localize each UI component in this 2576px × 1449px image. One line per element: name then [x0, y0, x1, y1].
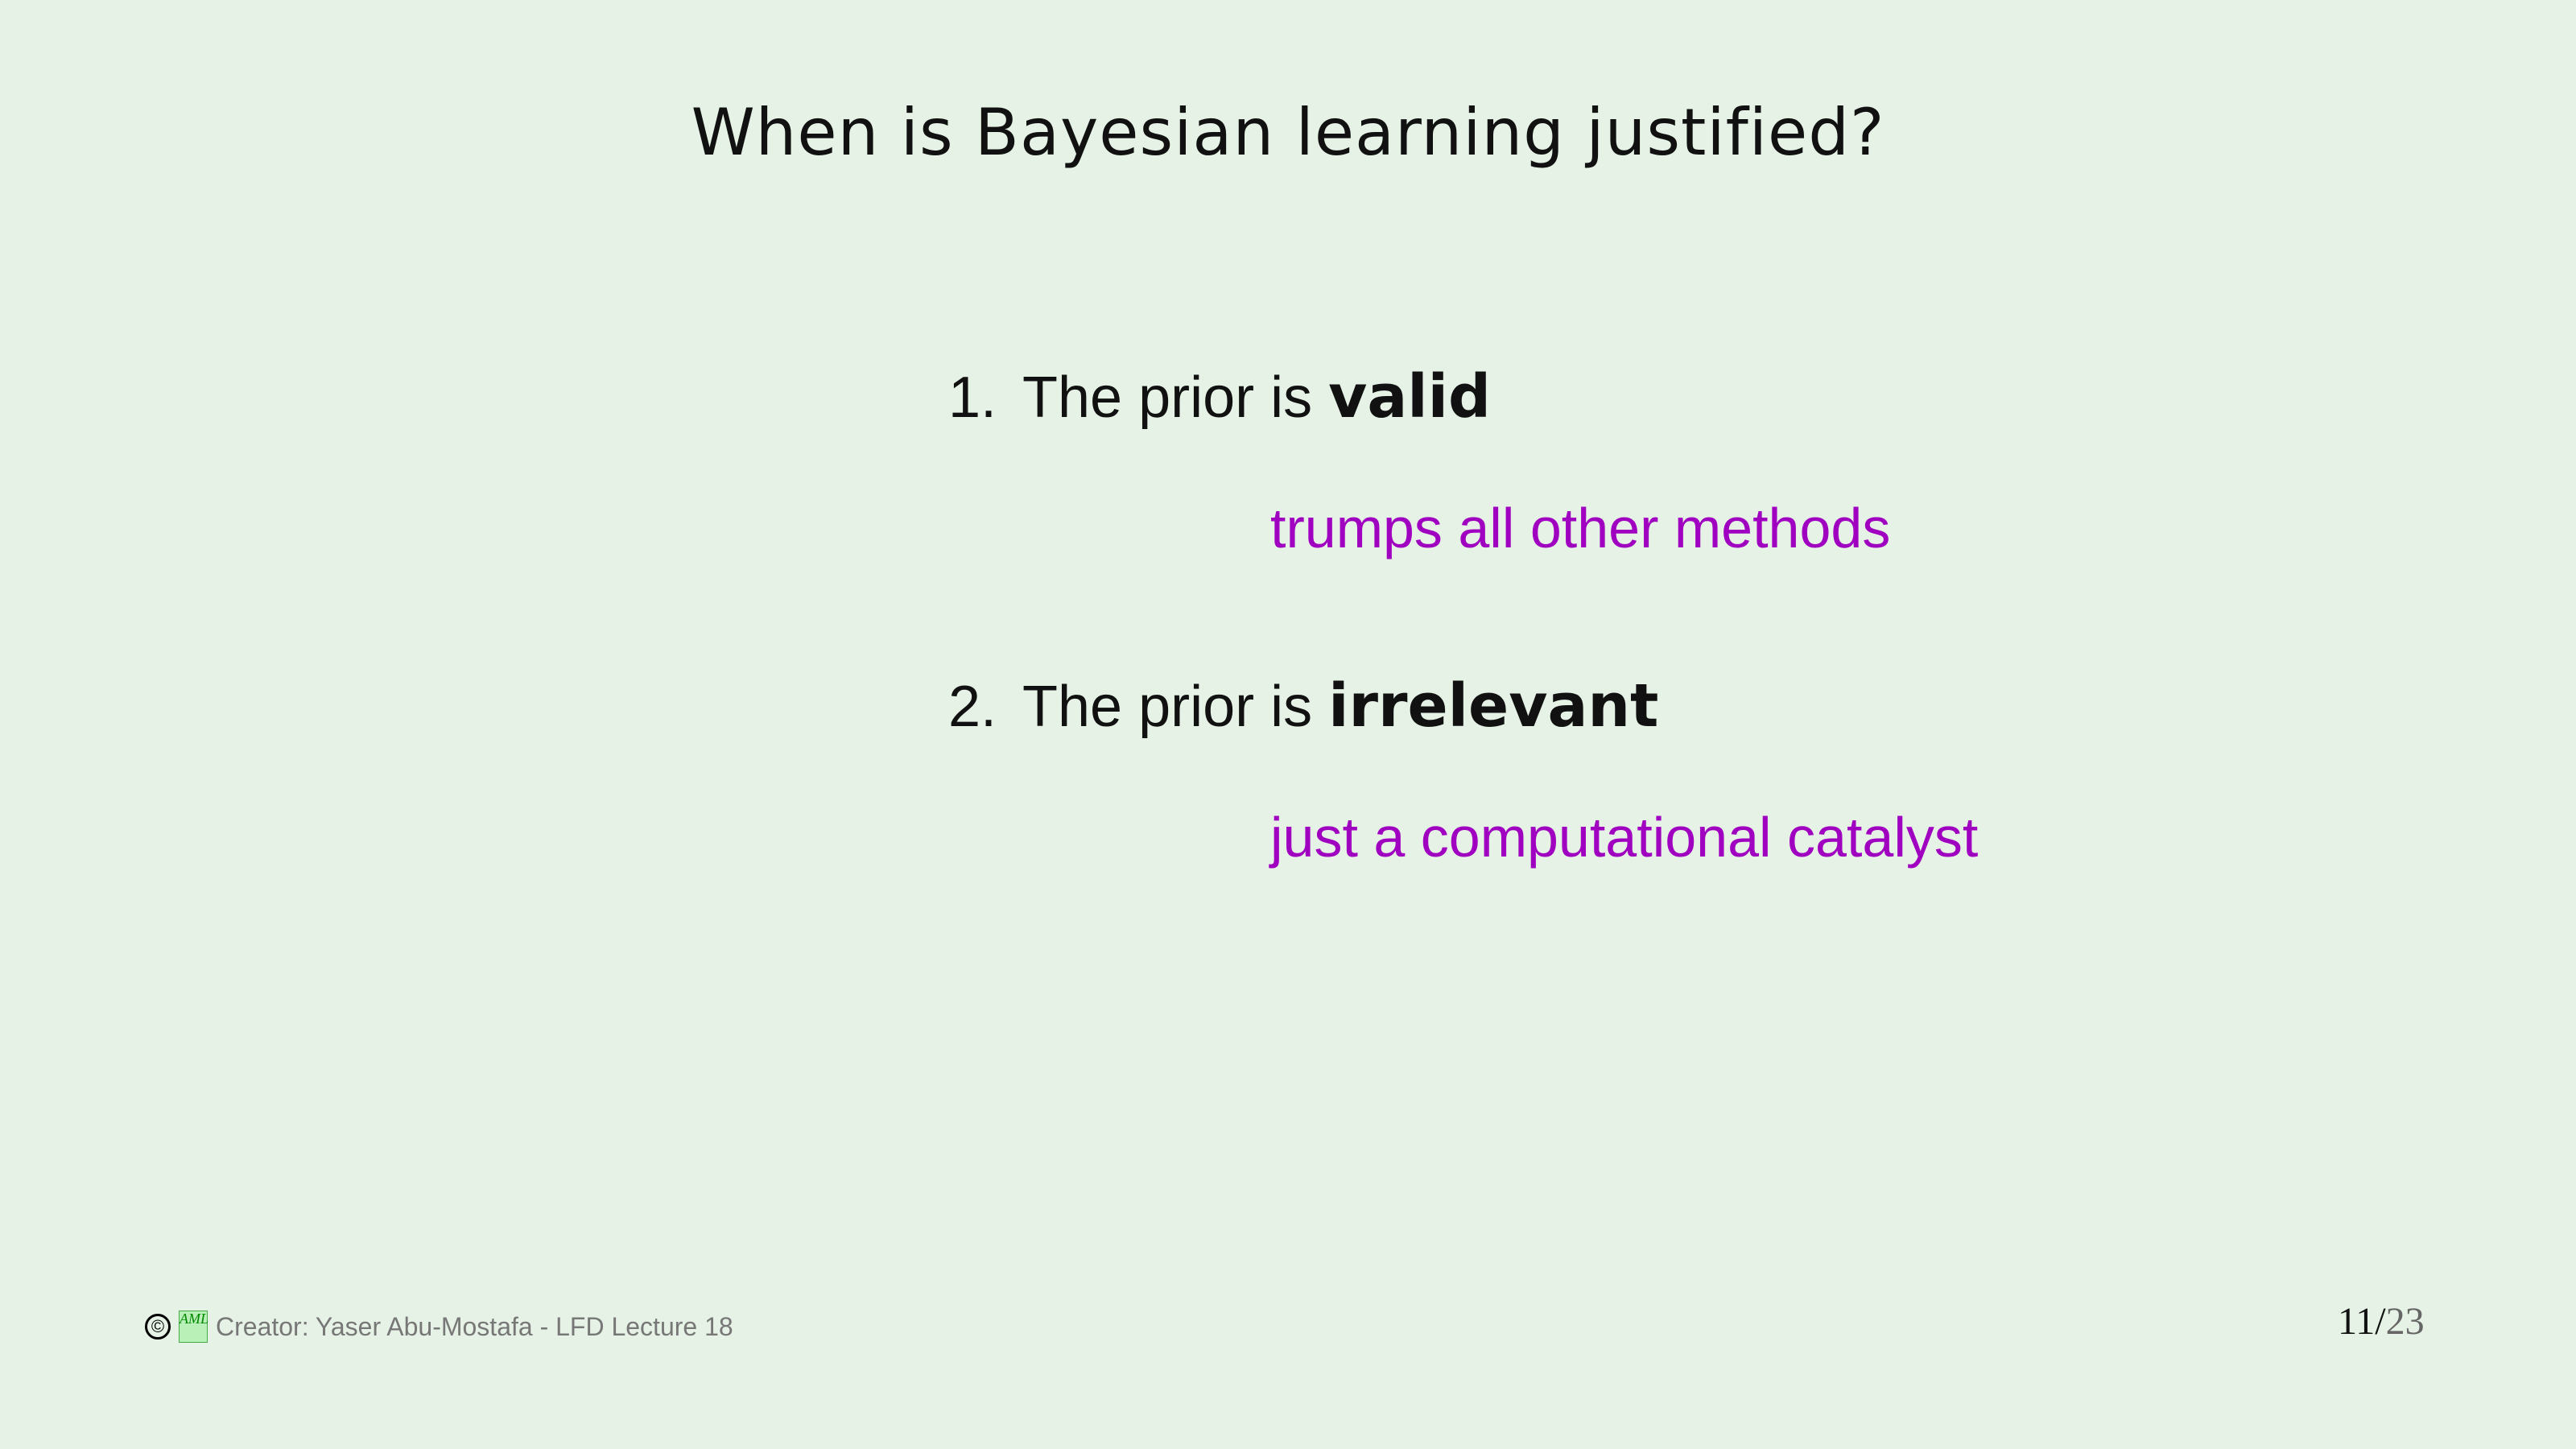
item-emphasis: irrelevant — [1328, 671, 1659, 741]
item-text: The prior is — [1022, 365, 1329, 430]
page-separator: / — [2375, 1300, 2386, 1343]
item-emphasis: valid — [1328, 362, 1491, 431]
copyright-icon: © — [145, 1314, 171, 1340]
item-note-2: just a computational catalyst — [1270, 806, 1979, 869]
item-note-1: trumps all other methods — [1270, 497, 1891, 559]
item-text: The prior is — [1022, 675, 1329, 739]
aml-logo-icon: AML — [179, 1311, 208, 1343]
item-number: 1. — [948, 365, 997, 430]
page-number: 11/23 — [2338, 1299, 2425, 1344]
list-item-2: 2. The prior is irrelevant — [948, 671, 1658, 741]
list-item-1: 1. The prior is valid — [948, 362, 1491, 431]
footer-credit: Creator: Yaser Abu-Mostafa - LFD Lecture… — [216, 1311, 733, 1341]
page-total: 23 — [2385, 1300, 2425, 1343]
slide-title: When is Bayesian learning justified? — [691, 95, 1885, 170]
item-number: 2. — [948, 675, 997, 739]
footer: © AML Creator: Yaser Abu-Mostafa - LFD L… — [145, 1311, 733, 1343]
page-current: 11 — [2338, 1300, 2376, 1343]
